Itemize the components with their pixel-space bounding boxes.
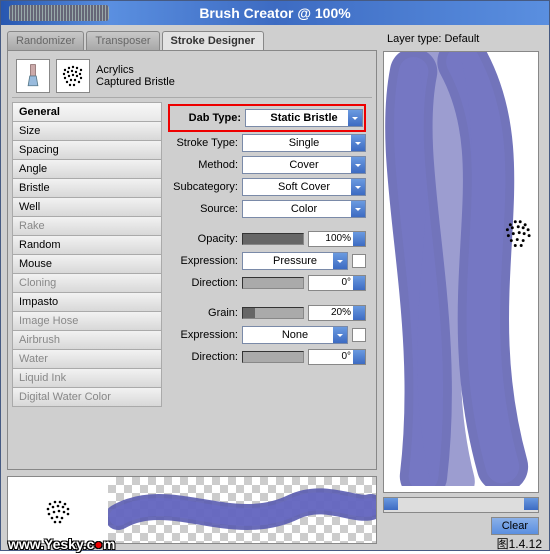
category-item: Digital Water Color — [12, 387, 162, 407]
brush-variant-label: Acrylics — [96, 64, 175, 76]
opacity-value[interactable]: 100% — [308, 231, 366, 247]
brush-dab-icon[interactable] — [56, 59, 90, 93]
category-list: GeneralSizeSpacingAngleBristleWellRakeRa… — [12, 102, 162, 407]
category-item: Image Hose — [12, 311, 162, 330]
category-item[interactable]: Bristle — [12, 178, 162, 197]
category-item: Liquid Ink — [12, 368, 162, 387]
brush-variant-icon[interactable] — [16, 59, 50, 93]
chevron-down-icon[interactable] — [333, 327, 347, 343]
dab-type-label: Dab Type: — [171, 112, 241, 124]
category-item[interactable]: Mouse — [12, 254, 162, 273]
dab-type-combo[interactable]: Static Bristle — [245, 109, 363, 127]
expression1-label: Expression: — [168, 255, 238, 267]
titlebar[interactable]: Brush Creator @ 100% — [1, 1, 549, 25]
left-pane: Randomizer Transposer Stroke Designer Ac… — [7, 31, 377, 544]
preview-canvas[interactable] — [383, 51, 539, 493]
category-item: Cloning — [12, 273, 162, 292]
subcategory-label: Subcategory: — [168, 181, 238, 193]
category-item[interactable]: Angle — [12, 159, 162, 178]
brush-names: Acrylics Captured Bristle — [96, 64, 175, 88]
tabs: Randomizer Transposer Stroke Designer — [7, 31, 377, 50]
chevron-down-icon[interactable] — [333, 253, 347, 269]
grain-label: Grain: — [168, 307, 238, 319]
opacity-label: Opacity: — [168, 233, 238, 245]
layer-type: Layer type: Default — [383, 31, 539, 47]
category-item[interactable]: Random — [12, 235, 162, 254]
source-label: Source: — [168, 203, 238, 215]
stroke-type-combo[interactable]: Single — [242, 134, 366, 152]
properties: Dab Type: Static Bristle Stroke Type: Sing… — [162, 102, 372, 407]
category-item[interactable]: General — [12, 102, 162, 121]
chevron-down-icon[interactable] — [351, 179, 365, 195]
category-item[interactable]: Spacing — [12, 140, 162, 159]
stroke-preview — [108, 477, 376, 543]
brush-header: Acrylics Captured Bristle — [12, 55, 372, 98]
clear-button[interactable]: Clear — [491, 517, 539, 535]
direction2-value[interactable]: 0° — [308, 349, 366, 365]
chevron-down-icon[interactable] — [351, 201, 365, 217]
window: Brush Creator @ 100% Randomizer Transpos… — [0, 0, 550, 551]
direction2-slider[interactable] — [242, 351, 304, 363]
subcategory-combo[interactable]: Soft Cover — [242, 178, 366, 196]
h-scrollbar[interactable] — [383, 497, 539, 513]
category-item[interactable]: Size — [12, 121, 162, 140]
workspace: Randomizer Transposer Stroke Designer Ac… — [1, 25, 549, 550]
layer-type-value: Default — [444, 33, 479, 45]
right-pane: Layer type: Default — [383, 31, 539, 544]
expression1-combo[interactable]: Pressure — [242, 252, 348, 270]
category-item: Rake — [12, 216, 162, 235]
category-item[interactable]: Well — [12, 197, 162, 216]
expression1-invert[interactable] — [352, 254, 366, 268]
grain-slider[interactable] — [242, 307, 304, 319]
watermark: www.Yesky.c●m — [8, 536, 115, 552]
direction2-label: Direction: — [168, 351, 238, 363]
titlebar-grip[interactable] — [9, 5, 109, 21]
tab-randomizer[interactable]: Randomizer — [7, 31, 84, 50]
layer-type-label: Layer type: — [387, 33, 441, 45]
arrow-right-icon[interactable] — [524, 498, 538, 510]
grain-value[interactable]: 20% — [308, 305, 366, 321]
brush-subvariant-label: Captured Bristle — [96, 76, 175, 88]
stroke-type-label: Stroke Type: — [168, 137, 238, 149]
direction1-slider[interactable] — [242, 277, 304, 289]
caption: 图1.4.12 — [497, 535, 542, 552]
dab-preview — [8, 477, 108, 543]
tab-stroke-designer[interactable]: Stroke Designer — [162, 31, 264, 50]
expression2-combo[interactable]: None — [242, 326, 348, 344]
direction1-label: Direction: — [168, 277, 238, 289]
expression2-label: Expression: — [168, 329, 238, 341]
opacity-slider[interactable] — [242, 233, 304, 245]
preview-strip — [7, 476, 377, 544]
expression2-invert[interactable] — [352, 328, 366, 342]
category-item: Airbrush — [12, 330, 162, 349]
chevron-down-icon[interactable] — [348, 110, 362, 126]
chevron-down-icon[interactable] — [351, 135, 365, 151]
chevron-down-icon[interactable] — [351, 157, 365, 173]
category-item[interactable]: Impasto — [12, 292, 162, 311]
source-combo[interactable]: Color — [242, 200, 366, 218]
arrow-left-icon[interactable] — [384, 498, 398, 510]
category-item: Water — [12, 349, 162, 368]
method-label: Method: — [168, 159, 238, 171]
panel-body: Acrylics Captured Bristle GeneralSizeSpa… — [7, 50, 377, 470]
window-title: Brush Creator @ 100% — [199, 5, 350, 21]
tab-transposer[interactable]: Transposer — [86, 31, 159, 50]
direction1-value[interactable]: 0° — [308, 275, 366, 291]
method-combo[interactable]: Cover — [242, 156, 366, 174]
